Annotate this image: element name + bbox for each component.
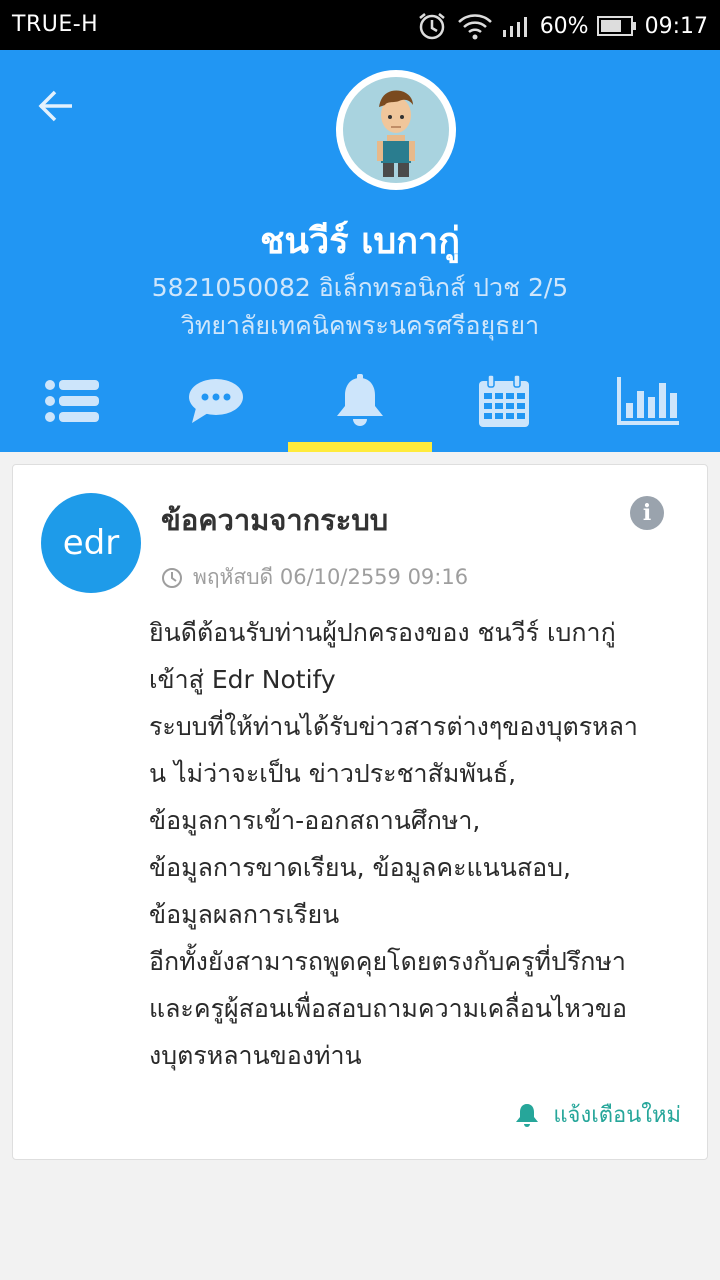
avatar-illustration	[343, 77, 449, 183]
alarm-icon	[416, 10, 448, 42]
new-notification-label: แจ้งเตือนใหม่	[553, 1103, 681, 1128]
message-line: ยินดีต้อนรับท่านผู้ปกครองของ ชนวีร์ เบกา…	[149, 618, 616, 647]
bell-icon	[516, 1103, 539, 1127]
school-name: วิทยาลัยเทคนิคพระนครศรีอยุธยา	[180, 311, 540, 340]
message-body: ยินดีต้อนรับท่านผู้ปกครองของ ชนวีร์ เบกา…	[149, 609, 694, 1079]
message-line: ข้อมูลการเข้า-ออกสถานศึกษา,	[149, 806, 481, 835]
message-meta: พฤหัสบดี 06/10/2559 09:16	[161, 561, 468, 594]
message-line: เข้าสู่ Edr Notify	[149, 665, 336, 694]
info-icon-label: i	[642, 500, 652, 526]
battery-icon	[596, 15, 637, 37]
wifi-icon	[456, 11, 494, 41]
status-bar: TRUE-H 60% 09:17	[0, 0, 720, 50]
calendar-icon	[479, 374, 529, 427]
info-icon[interactable]: i	[630, 496, 664, 530]
card-title: ข้อความจากระบบ	[161, 503, 389, 537]
edr-logo-text: edr	[62, 523, 120, 563]
list-icon	[45, 380, 99, 422]
message-line: น ไม่ว่าจะเป็น ข่าวประชาสัมพันธ์,	[149, 759, 517, 788]
carrier-name: TRUE-H	[12, 12, 99, 37]
bar-chart-icon	[617, 377, 679, 425]
profile-header: ชนวีร์ เบกากู่ 5821050082 อิเล็กทรอนิกส์…	[0, 50, 720, 452]
tab-list[interactable]	[0, 350, 144, 452]
message-line: อีกทั้งยังสามารถพูดคุยโดยตรงกับครูที่ปรึ…	[149, 947, 626, 976]
message-timestamp: พฤหัสบดี 06/10/2559 09:16	[193, 565, 469, 589]
tab-chat[interactable]	[144, 350, 288, 452]
bell-icon	[337, 374, 383, 426]
back-button[interactable]	[30, 84, 82, 128]
tab-bar	[0, 350, 720, 452]
avatar	[336, 70, 456, 190]
edr-logo: edr	[41, 493, 141, 593]
clock-time: 09:17	[644, 13, 708, 39]
arrow-left-icon	[38, 90, 72, 122]
active-tab-indicator	[288, 442, 432, 452]
message-line: ระบบที่ให้ท่านได้รับข่าวสารต่างๆของบุตรห…	[149, 712, 638, 741]
status-icons: 60% 09:17	[416, 8, 708, 44]
signal-icon	[502, 14, 532, 38]
tab-statistics[interactable]	[576, 350, 720, 452]
profile-name: ชนวีร์ เบกากู่	[259, 221, 461, 262]
message-line: งบุตรหลานของท่าน	[149, 1041, 362, 1070]
clock-icon	[162, 567, 182, 588]
message-line: ข้อมูลผลการเรียน	[149, 900, 340, 929]
battery-percent: 60%	[539, 13, 589, 39]
tab-notifications[interactable]	[288, 350, 432, 452]
tab-calendar[interactable]	[432, 350, 576, 452]
student-info: 5821050082 อิเล็กทรอนิกส์ ปวช 2/5	[151, 273, 569, 302]
notification-card[interactable]: edr ข้อความจากระบบ i พฤหัสบดี 06/10/2559…	[12, 464, 708, 1160]
new-notification-link[interactable]: แจ้งเตือนใหม่	[515, 1097, 681, 1132]
message-line: และครูผู้สอนเพื่อสอบถามความเคลื่อนไหวขอ	[149, 994, 628, 1023]
message-line: ข้อมูลการขาดเรียน, ข้อมูลคะแนนสอบ,	[149, 853, 571, 882]
chat-icon	[189, 379, 243, 423]
